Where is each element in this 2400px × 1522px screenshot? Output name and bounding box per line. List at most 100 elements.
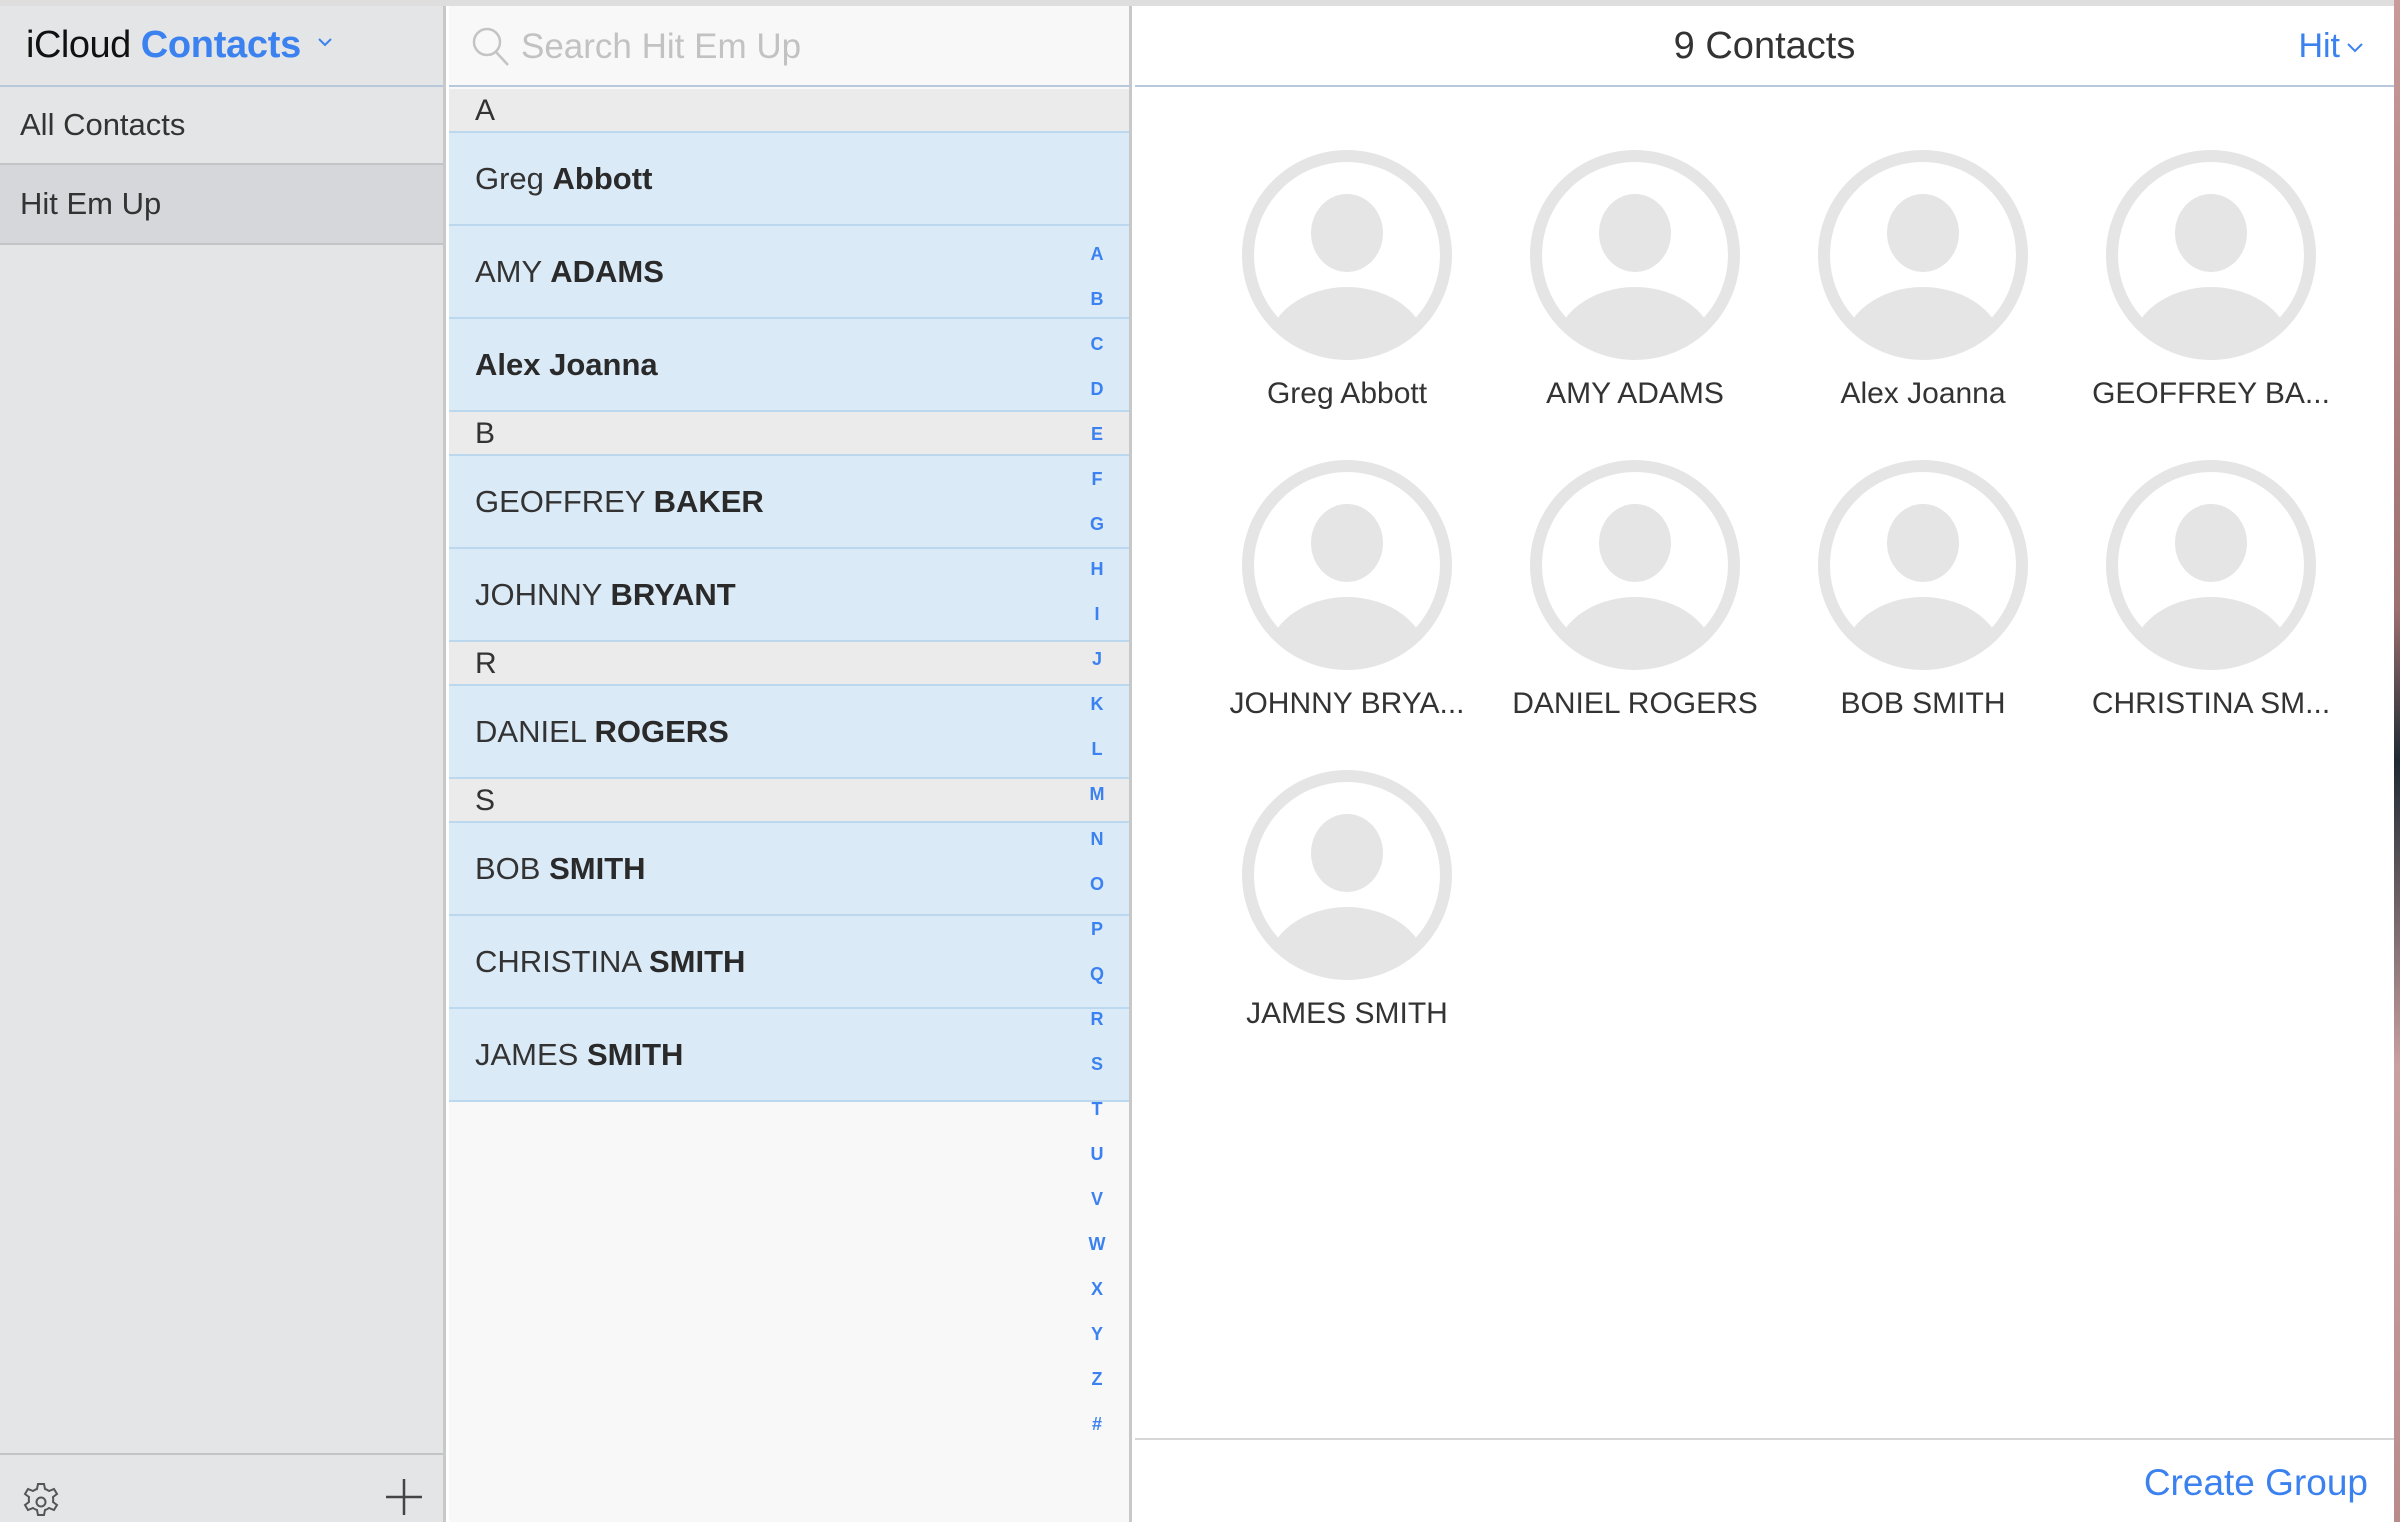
index-letter[interactable]: B: [1069, 289, 1125, 334]
sidebar-item-label: Hit Em Up: [20, 186, 162, 221]
index-letter[interactable]: F: [1069, 469, 1125, 514]
app-title-icloud: iCloud: [26, 24, 131, 66]
index-letter[interactable]: L: [1069, 739, 1125, 784]
plus-icon[interactable]: [384, 1477, 424, 1517]
list-item[interactable]: CHRISTINA SMITH: [449, 916, 1129, 1009]
first-name: CHRISTINA: [475, 944, 641, 979]
contact-list: A Greg Abbott AMY ADAMS Alex Joanna B GE…: [449, 89, 1129, 1102]
avatar-placeholder-icon: [2106, 150, 2316, 360]
chevron-down-icon: [2347, 42, 2363, 52]
contact-list-pane: A Greg Abbott AMY ADAMS Alex Joanna B GE…: [449, 6, 1132, 1522]
contact-card-name: BOB SMITH: [1840, 687, 2006, 720]
index-letter[interactable]: K: [1069, 694, 1125, 739]
index-letter[interactable]: Q: [1069, 964, 1125, 1009]
index-letter[interactable]: N: [1069, 829, 1125, 874]
contact-card[interactable]: Alex Joanna: [1793, 149, 2053, 411]
create-group-button[interactable]: Create Group: [2144, 1462, 2368, 1504]
search-input[interactable]: [521, 22, 1081, 72]
index-letter[interactable]: R: [1069, 1009, 1125, 1054]
index-letter[interactable]: G: [1069, 514, 1125, 559]
contact-card[interactable]: BOB SMITH: [1793, 459, 2053, 721]
last-name: Abbott: [552, 161, 653, 196]
index-letter[interactable]: J: [1069, 649, 1125, 694]
index-letter[interactable]: P: [1069, 919, 1125, 964]
index-letter[interactable]: V: [1069, 1189, 1125, 1234]
contacts-grid-pane: 9 Contacts Hit Greg Abbott AMY ADAMS Alex …: [1135, 6, 2394, 1522]
index-letter[interactable]: I: [1069, 604, 1125, 649]
index-letter[interactable]: Y: [1069, 1324, 1125, 1369]
first-name: JAMES: [475, 1037, 579, 1072]
contact-card[interactable]: Greg Abbott: [1217, 149, 1477, 411]
contact-card-name: JAMES SMITH: [1246, 997, 1448, 1030]
index-letter[interactable]: H: [1069, 559, 1125, 604]
list-item[interactable]: GEOFFREY BAKER: [449, 456, 1129, 549]
first-name: Greg: [475, 161, 544, 196]
index-letter[interactable]: S: [1069, 1054, 1125, 1099]
index-letter[interactable]: X: [1069, 1279, 1125, 1324]
index-letter[interactable]: W: [1069, 1234, 1125, 1279]
index-letter[interactable]: Z: [1069, 1369, 1125, 1414]
section-header-r: R: [449, 642, 1129, 686]
sidebar-item-label: All Contacts: [20, 107, 186, 142]
section-header-b: B: [449, 412, 1129, 456]
contact-card-name: Alex Joanna: [1840, 377, 2006, 410]
list-item[interactable]: AMY ADAMS: [449, 226, 1129, 319]
contact-card[interactable]: AMY ADAMS: [1505, 149, 1765, 411]
contacts-window: iCloud Contacts All Contacts Hit Em Up S…: [0, 6, 2394, 1522]
avatar-placeholder-icon: [1818, 150, 2028, 360]
last-name: ROGERS: [594, 714, 729, 749]
list-item[interactable]: Alex Joanna: [449, 319, 1129, 412]
contact-card-name: CHRISTINA SM...: [2091, 687, 2331, 720]
sidebar: iCloud Contacts All Contacts Hit Em Up: [0, 6, 446, 1522]
app-title-contacts: Contacts: [140, 24, 301, 66]
last-name: SMITH: [549, 851, 646, 886]
desktop-background: [2394, 0, 2400, 1522]
contact-card-name: Greg Abbott: [1266, 377, 1428, 410]
detail-footer: Create Group: [1135, 1438, 2394, 1522]
index-letter[interactable]: O: [1069, 874, 1125, 919]
sidebar-item-hit-em-up[interactable]: Hit Em Up: [0, 165, 443, 245]
section-header-a: A: [449, 89, 1129, 133]
index-letter[interactable]: C: [1069, 334, 1125, 379]
gear-icon[interactable]: [20, 1481, 62, 1522]
contact-card-name: AMY ADAMS: [1546, 377, 1724, 410]
contact-card-name: GEOFFREY BA...: [2092, 377, 2330, 410]
index-letter[interactable]: D: [1069, 379, 1125, 424]
avatar-placeholder-icon: [1242, 770, 1452, 980]
index-letter[interactable]: E: [1069, 424, 1125, 469]
index-letter[interactable]: T: [1069, 1099, 1125, 1144]
app-title-menu[interactable]: iCloud Contacts: [0, 6, 443, 87]
chevron-down-icon: [318, 37, 332, 46]
sidebar-footer: [0, 1453, 443, 1522]
list-item[interactable]: DANIEL ROGERS: [449, 686, 1129, 779]
contact-card[interactable]: JAMES SMITH: [1217, 769, 1477, 1031]
index-letter[interactable]: #: [1069, 1414, 1125, 1459]
index-letter[interactable]: U: [1069, 1144, 1125, 1189]
sidebar-item-all-contacts[interactable]: All Contacts: [0, 87, 443, 165]
contact-card[interactable]: JOHNNY BRYA...: [1217, 459, 1477, 721]
first-name: AMY: [475, 254, 542, 289]
contact-card[interactable]: CHRISTINA SM...: [2081, 459, 2341, 721]
avatar-placeholder-icon: [2106, 460, 2316, 670]
list-item[interactable]: BOB SMITH: [449, 823, 1129, 916]
group-filter-label: Hit: [2298, 27, 2340, 65]
index-letter[interactable]: A: [1069, 244, 1125, 289]
first-name: BOB: [475, 851, 541, 886]
detail-header: 9 Contacts Hit: [1135, 6, 2394, 87]
group-filter-dropdown[interactable]: Hit: [2298, 6, 2364, 87]
list-item[interactable]: JOHNNY BRYANT: [449, 549, 1129, 642]
last-name: BRYANT: [610, 577, 736, 612]
first-name: JOHNNY: [475, 577, 602, 612]
list-item[interactable]: Greg Abbott: [449, 133, 1129, 226]
contact-card-name: DANIEL ROGERS: [1512, 687, 1758, 720]
contact-card-name: JOHNNY BRYA...: [1229, 687, 1465, 720]
first-name: DANIEL: [475, 714, 586, 749]
contact-card[interactable]: GEOFFREY BA...: [2081, 149, 2341, 411]
last-name: SMITH: [586, 1037, 684, 1072]
contact-card[interactable]: DANIEL ROGERS: [1505, 459, 1765, 721]
first-name: GEOFFREY: [475, 484, 645, 519]
avatar-placeholder-icon: [1818, 460, 2028, 670]
list-item[interactable]: JAMES SMITH: [449, 1009, 1129, 1102]
index-letter[interactable]: M: [1069, 784, 1125, 829]
alphabet-index: A B C D E F G H I J K L M N O P Q R S T U V W X Y Z #: [1069, 244, 1125, 1459]
